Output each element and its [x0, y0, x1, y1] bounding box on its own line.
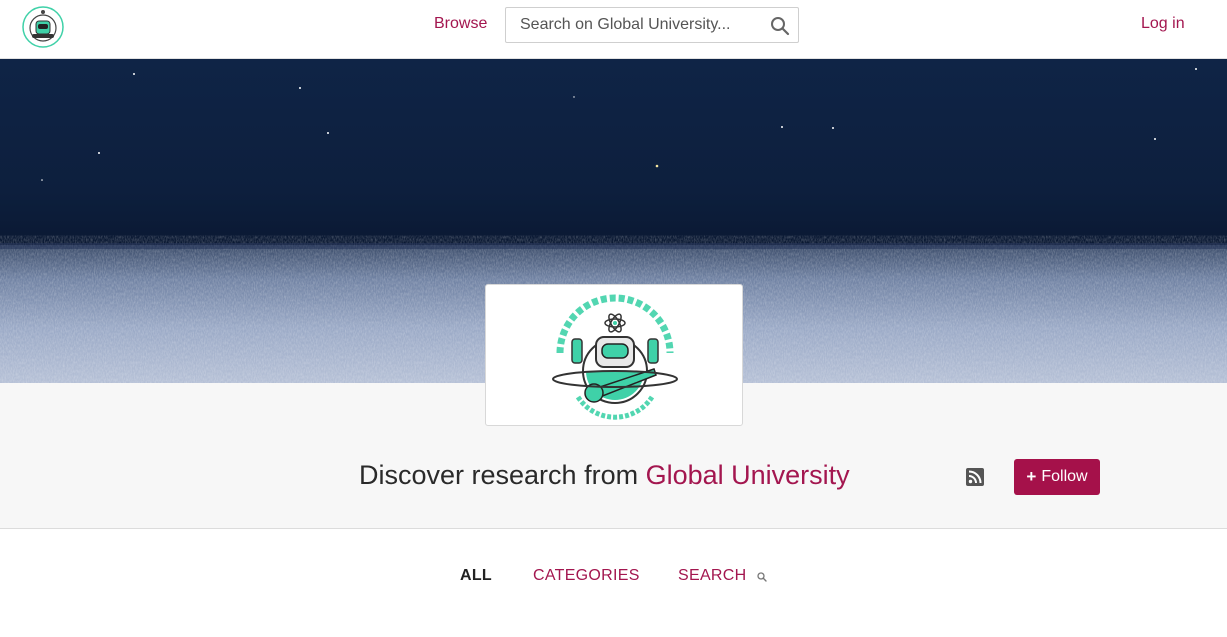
search-box[interactable] — [505, 7, 799, 43]
top-header: Browse Log in — [0, 0, 1227, 59]
plus-icon: + — [1026, 467, 1037, 486]
search-input[interactable] — [506, 8, 764, 42]
login-link[interactable]: Log in — [1141, 15, 1185, 33]
tab-categories[interactable]: CATEGORIES — [533, 567, 640, 585]
tab-search[interactable]: SEARCH — [678, 567, 746, 585]
navigation-tabs: ALL CATEGORIES SEARCH — [0, 529, 1227, 637]
page-title: Discover research from Global University — [359, 460, 850, 491]
global-university-logo-icon[interactable] — [20, 4, 66, 50]
browse-link[interactable]: Browse — [434, 15, 487, 33]
follow-label: Follow — [1041, 468, 1088, 485]
follow-button[interactable]: + Follow — [1014, 459, 1100, 495]
discover-prefix: Discover research from — [359, 460, 646, 490]
rss-icon[interactable] — [966, 468, 984, 486]
search-icon[interactable] — [770, 16, 790, 36]
search-icon[interactable] — [757, 572, 767, 582]
global-university-logo-icon — [552, 294, 678, 420]
organization-name: Global University — [645, 460, 850, 490]
organization-logo-card — [485, 284, 743, 426]
tab-all[interactable]: ALL — [460, 567, 492, 585]
